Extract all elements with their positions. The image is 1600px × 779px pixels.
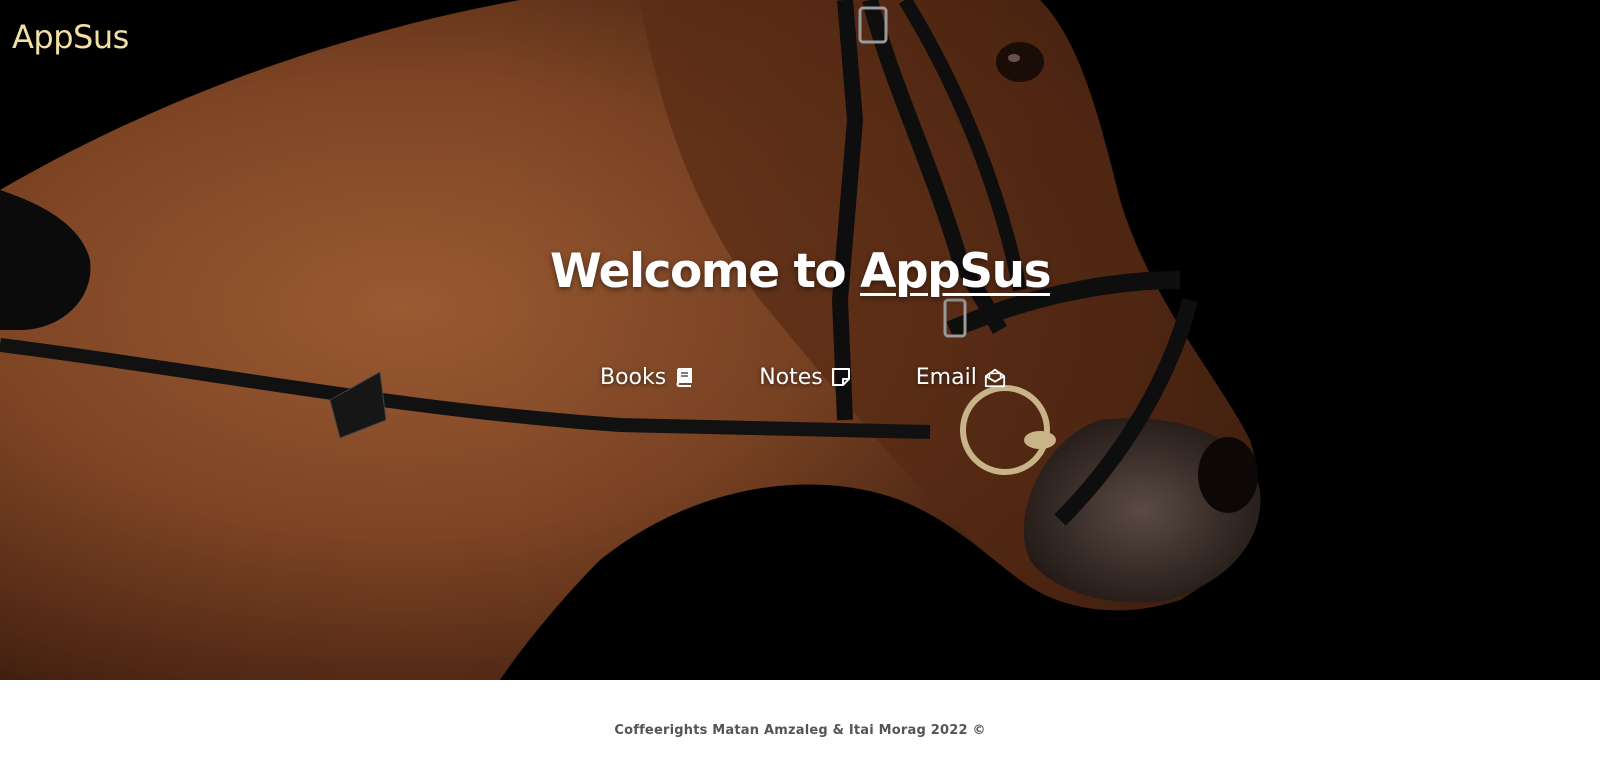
title-brand-link[interactable]: AppSus	[860, 244, 1051, 299]
hero-section: AppSus Welcome to AppSus Books Notes Ema…	[0, 0, 1600, 680]
footer: Coffeerights Matan Amzaleg & Itai Morag …	[0, 680, 1600, 779]
nav-notes-link[interactable]: Notes	[759, 365, 852, 390]
nav-books-label: Books	[600, 364, 667, 390]
title-prefix: Welcome to	[549, 244, 861, 299]
nav-email-label: Email	[915, 364, 977, 390]
page-title: Welcome to AppSus	[0, 244, 1600, 299]
app-nav: Books Notes Email	[600, 362, 1006, 392]
nav-notes-label: Notes	[759, 364, 823, 390]
nav-books-link[interactable]: Books	[600, 365, 695, 390]
nav-email-link[interactable]: Email	[916, 365, 1006, 390]
footer-copyright: Coffeerights Matan Amzaleg & Itai Morag …	[614, 723, 986, 738]
logo-link[interactable]: AppSus	[12, 18, 129, 56]
note-icon	[830, 366, 852, 388]
book-icon	[673, 366, 695, 388]
envelope-open-icon	[984, 366, 1006, 388]
horse-photo	[0, 0, 1600, 680]
